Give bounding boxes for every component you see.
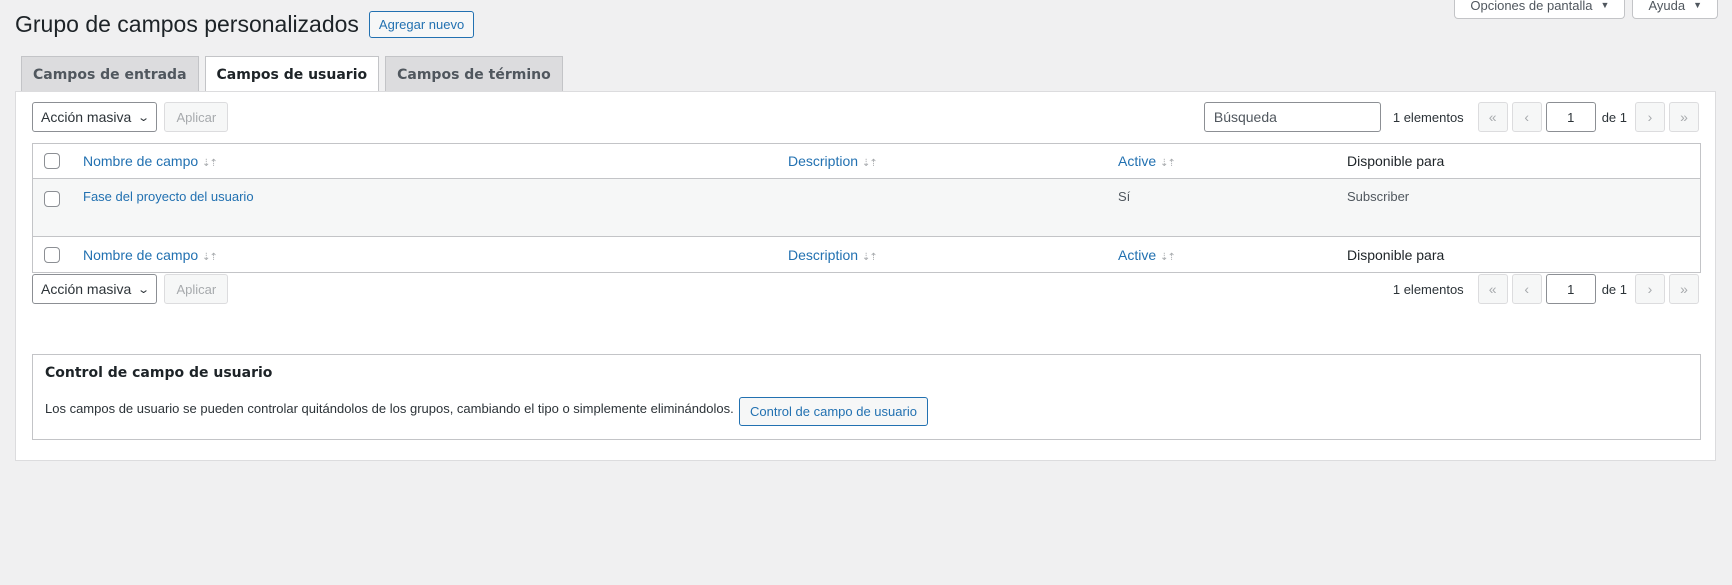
sort-column-description[interactable]: Description ⇣⇡	[788, 153, 878, 169]
tablenav-top: Acción masiva ⌄ Aplicar Búsqueda 1 eleme…	[32, 102, 1699, 132]
select-all-checkbox-footer[interactable]	[44, 246, 60, 263]
bulk-action-label: Acción masiva	[41, 109, 132, 125]
total-pages: de 1	[1601, 109, 1627, 125]
prev-page-button[interactable]: ‹	[1511, 274, 1542, 304]
sort-icon: ⇣⇡	[862, 158, 878, 169]
row-checkbox[interactable]	[44, 191, 60, 207]
first-page-button[interactable]: «	[1477, 102, 1508, 132]
add-new-button[interactable]: Agregar nuevo	[368, 11, 475, 38]
caret-down-icon: ▼	[1693, 0, 1702, 10]
apply-button[interactable]: Aplicar	[164, 102, 229, 132]
tab-campos-de-usuario[interactable]: Campos de usuario	[204, 56, 380, 93]
items-count: 1 elementos	[1392, 109, 1464, 125]
caret-down-icon: ▼	[1600, 0, 1610, 10]
column-name-label: Nombre de campo	[83, 246, 199, 263]
column-active-label: Active	[1118, 153, 1157, 169]
field-active: Sí	[1118, 189, 1131, 204]
field-available-for: Subscriber	[1347, 189, 1410, 204]
screen-options-button[interactable]: Opciones de pantalla ▼	[1454, 0, 1626, 19]
last-page-button[interactable]: »	[1669, 102, 1699, 132]
table-row: Fase del proyecto del usuario Sí Subscri…	[33, 179, 1700, 236]
sort-icon: ⇣⇡	[202, 158, 218, 169]
total-pages: de 1	[1601, 281, 1627, 297]
column-name-label: Nombre de campo	[83, 153, 199, 169]
items-count: 1 elementos	[1392, 281, 1464, 297]
next-page-button[interactable]: ›	[1635, 102, 1665, 132]
column-active-label: Active	[1118, 246, 1157, 263]
screen-meta-links: Opciones de pantalla ▼ Ayuda ▼	[1454, 0, 1718, 19]
sort-column-name-footer[interactable]: Nombre de campo ⇣⇡	[83, 246, 218, 263]
search-placeholder: Búsqueda	[1213, 109, 1277, 125]
chevron-down-icon: ⌄	[137, 283, 151, 296]
table-header-row: Nombre de campo ⇣⇡ Description ⇣⇡ Active ⇣⇡…	[33, 144, 1700, 179]
content-panel: Acción masiva ⌄ Aplicar Búsqueda 1 eleme…	[15, 91, 1716, 461]
sort-icon: ⇣⇡	[1160, 158, 1176, 169]
table-footer-row: Nombre de campo ⇣⇡ Description ⇣⇡ Active ⇣⇡…	[33, 236, 1700, 272]
sort-column-name[interactable]: Nombre de campo ⇣⇡	[83, 153, 218, 169]
fields-table: Nombre de campo ⇣⇡ Description ⇣⇡ Active ⇣⇡…	[32, 143, 1701, 273]
column-available-for-footer: Disponible para	[1347, 246, 1445, 263]
current-page-input[interactable]: 1	[1545, 102, 1596, 132]
page-header: Grupo de campos personalizados Agregar n…	[15, 10, 475, 39]
bulk-action-select[interactable]: Acción masiva ⌄	[32, 102, 158, 132]
column-description-label: Description	[788, 153, 859, 169]
sort-icon: ⇣⇡	[1160, 251, 1176, 263]
current-page-input[interactable]: 1	[1545, 274, 1596, 304]
bulk-action-select-bottom[interactable]: Acción masiva ⌄	[32, 274, 158, 304]
nav-tabs: Campos de entrada Campos de usuario Camp…	[21, 56, 563, 93]
control-description: Los campos de usuario se pueden controla…	[45, 401, 734, 416]
user-field-control-button[interactable]: Control de campo de usuario	[739, 397, 928, 426]
user-field-control-box: Control de campo de usuario Los campos d…	[32, 354, 1701, 440]
control-title: Control de campo de usuario	[45, 365, 273, 381]
apply-button-bottom[interactable]: Aplicar	[164, 274, 229, 304]
sort-column-description-footer[interactable]: Description ⇣⇡	[788, 246, 878, 263]
tab-campos-de-termino[interactable]: Campos de término	[385, 56, 563, 92]
sort-icon: ⇣⇡	[862, 251, 878, 263]
help-label: Ayuda	[1648, 0, 1686, 13]
first-page-button[interactable]: «	[1477, 274, 1508, 304]
tab-campos-de-entrada[interactable]: Campos de entrada	[21, 56, 199, 92]
chevron-down-icon: ⌄	[137, 111, 151, 124]
help-button[interactable]: Ayuda ▼	[1632, 0, 1718, 19]
next-page-button[interactable]: ›	[1635, 274, 1665, 304]
select-all-checkbox[interactable]	[44, 153, 60, 169]
prev-page-button[interactable]: ‹	[1511, 102, 1542, 132]
page-title: Grupo de campos personalizados	[15, 11, 359, 37]
sort-column-active-footer[interactable]: Active ⇣⇡	[1118, 246, 1176, 263]
column-description-label: Description	[788, 246, 859, 263]
screen-options-label: Opciones de pantalla	[1470, 0, 1593, 13]
search-input[interactable]: Búsqueda	[1203, 102, 1381, 132]
column-available-for: Disponible para	[1347, 153, 1445, 169]
bulk-action-label: Acción masiva	[41, 281, 132, 297]
tablenav-bottom: Acción masiva ⌄ Aplicar 1 elementos « ‹ …	[32, 274, 1699, 304]
sort-column-active[interactable]: Active ⇣⇡	[1118, 153, 1176, 169]
sort-icon: ⇣⇡	[202, 251, 218, 263]
last-page-button[interactable]: »	[1669, 274, 1699, 304]
field-name-link[interactable]: Fase del proyecto del usuario	[83, 189, 254, 204]
